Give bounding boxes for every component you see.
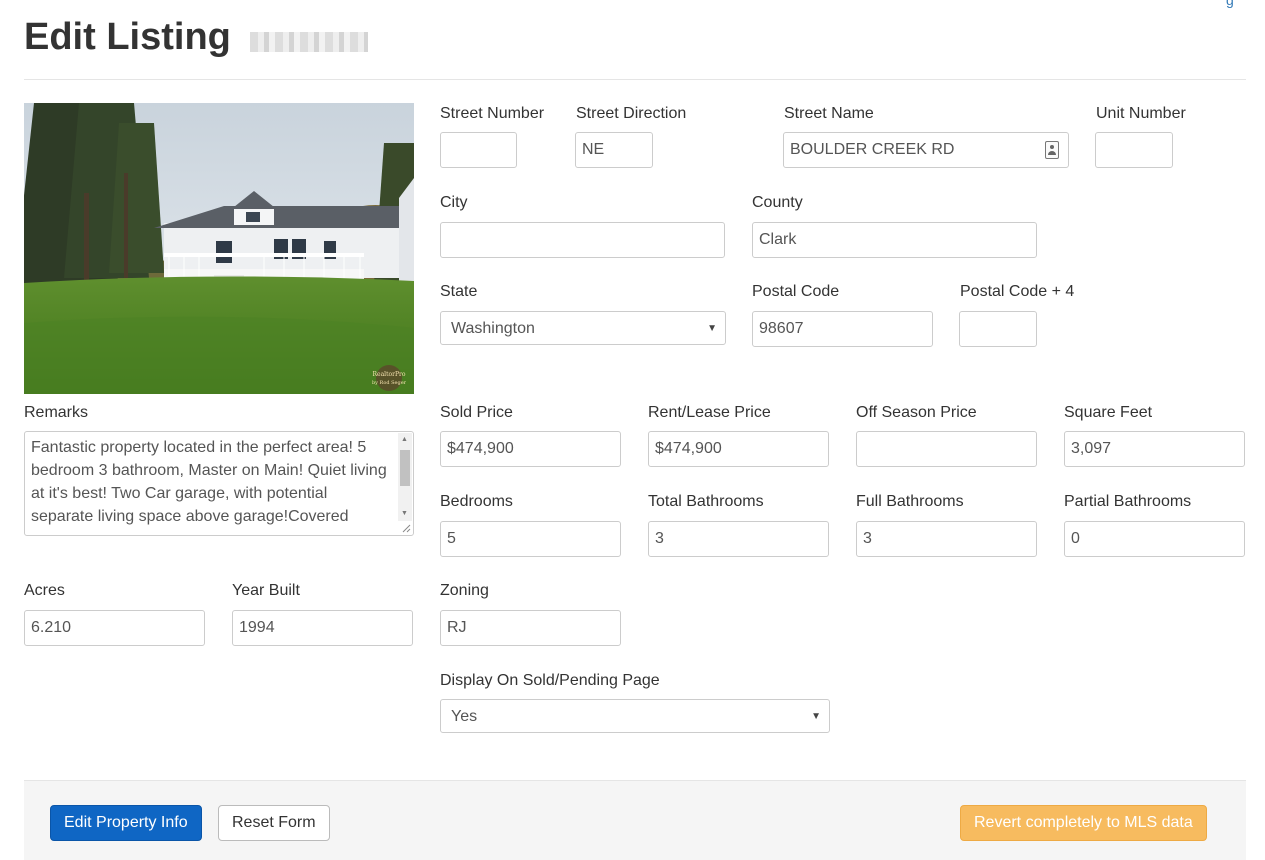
state-select[interactable]: Washington ▼ <box>440 311 726 345</box>
display-on-sold-label: Display On Sold/Pending Page <box>440 672 660 689</box>
postal-code-input[interactable]: 98607 <box>752 311 933 347</box>
city-label: City <box>440 194 468 211</box>
county-label: County <box>752 194 803 211</box>
unit-number-label: Unit Number <box>1096 105 1186 122</box>
zoning-input[interactable]: RJ <box>440 610 621 646</box>
acres-label: Acres <box>24 582 65 599</box>
page-title: Edit Listing <box>24 16 231 58</box>
resize-handle-icon[interactable] <box>401 523 411 533</box>
remarks-scrollbar[interactable]: ▲ ▼ <box>398 433 412 521</box>
state-selected-value: Washington <box>451 320 535 337</box>
state-label: State <box>440 283 478 300</box>
year-built-label: Year Built <box>232 582 300 599</box>
form-footer: Edit Property Info Reset Form Revert com… <box>24 780 1246 860</box>
photo-watermark-line1: RealtorPro <box>373 371 406 378</box>
display-on-sold-value: Yes <box>451 708 478 725</box>
full-bathrooms-label: Full Bathrooms <box>856 493 964 510</box>
street-number-input[interactable] <box>440 132 517 168</box>
contact-card-icon[interactable] <box>1045 141 1059 159</box>
rent-lease-price-label: Rent/Lease Price <box>648 404 771 421</box>
year-built-input[interactable]: 1994 <box>232 610 413 646</box>
photo-watermark-line2: by Rod Seger <box>372 380 407 386</box>
rent-lease-price-input[interactable]: $474,900 <box>648 431 829 467</box>
square-feet-label: Square Feet <box>1064 404 1153 421</box>
display-on-sold-select[interactable]: Yes ▼ <box>440 699 830 733</box>
sold-price-label: Sold Price <box>440 404 513 421</box>
remarks-text: Fantastic property located in the perfec… <box>31 439 387 525</box>
top-right-link[interactable]: g <box>1226 0 1234 8</box>
dropdown-caret-icon: ▼ <box>811 711 821 722</box>
acres-input[interactable]: 6.210 <box>24 610 205 646</box>
full-bathrooms-input[interactable]: 3 <box>856 521 1037 557</box>
total-bathrooms-input[interactable]: 3 <box>648 521 829 557</box>
scroll-down-icon[interactable]: ▼ <box>401 510 408 518</box>
revert-mls-button[interactable]: Revert completely to MLS data <box>960 805 1207 841</box>
reset-form-button[interactable]: Reset Form <box>218 805 330 841</box>
sold-price-input[interactable]: $474,900 <box>440 431 621 467</box>
street-direction-input[interactable]: NE <box>575 132 653 168</box>
scroll-thumb[interactable] <box>400 450 410 486</box>
total-bathrooms-label: Total Bathrooms <box>648 493 764 510</box>
scroll-up-icon[interactable]: ▲ <box>401 436 408 444</box>
county-input[interactable]: Clark <box>752 222 1037 258</box>
bedrooms-input[interactable]: 5 <box>440 521 621 557</box>
zoning-label: Zoning <box>440 582 489 599</box>
postal-code-4-label: Postal Code + 4 <box>960 283 1075 300</box>
street-direction-label: Street Direction <box>576 105 687 122</box>
partial-bathrooms-input[interactable]: 0 <box>1064 521 1245 557</box>
title-divider <box>24 79 1246 80</box>
postal-code-4-input[interactable] <box>959 311 1037 347</box>
bedrooms-label: Bedrooms <box>440 493 513 510</box>
property-photo: RealtorPro by Rod Seger <box>24 103 414 394</box>
unit-number-input[interactable] <box>1095 132 1173 168</box>
remarks-label: Remarks <box>24 404 89 421</box>
off-season-price-label: Off Season Price <box>856 404 977 421</box>
edit-property-info-button[interactable]: Edit Property Info <box>50 805 202 841</box>
remarks-textarea[interactable]: Fantastic property located in the perfec… <box>24 431 414 536</box>
blurred-address <box>250 32 368 52</box>
street-name-label: Street Name <box>784 105 874 122</box>
street-name-value: BOULDER CREEK RD <box>790 141 955 158</box>
postal-code-label: Postal Code <box>752 283 840 300</box>
city-input[interactable] <box>440 222 725 258</box>
square-feet-input[interactable]: 3,097 <box>1064 431 1245 467</box>
partial-bathrooms-label: Partial Bathrooms <box>1064 493 1192 510</box>
dropdown-caret-icon: ▼ <box>707 323 717 334</box>
off-season-price-input[interactable] <box>856 431 1037 467</box>
street-number-label: Street Number <box>440 105 545 122</box>
street-name-input[interactable]: BOULDER CREEK RD <box>783 132 1069 168</box>
